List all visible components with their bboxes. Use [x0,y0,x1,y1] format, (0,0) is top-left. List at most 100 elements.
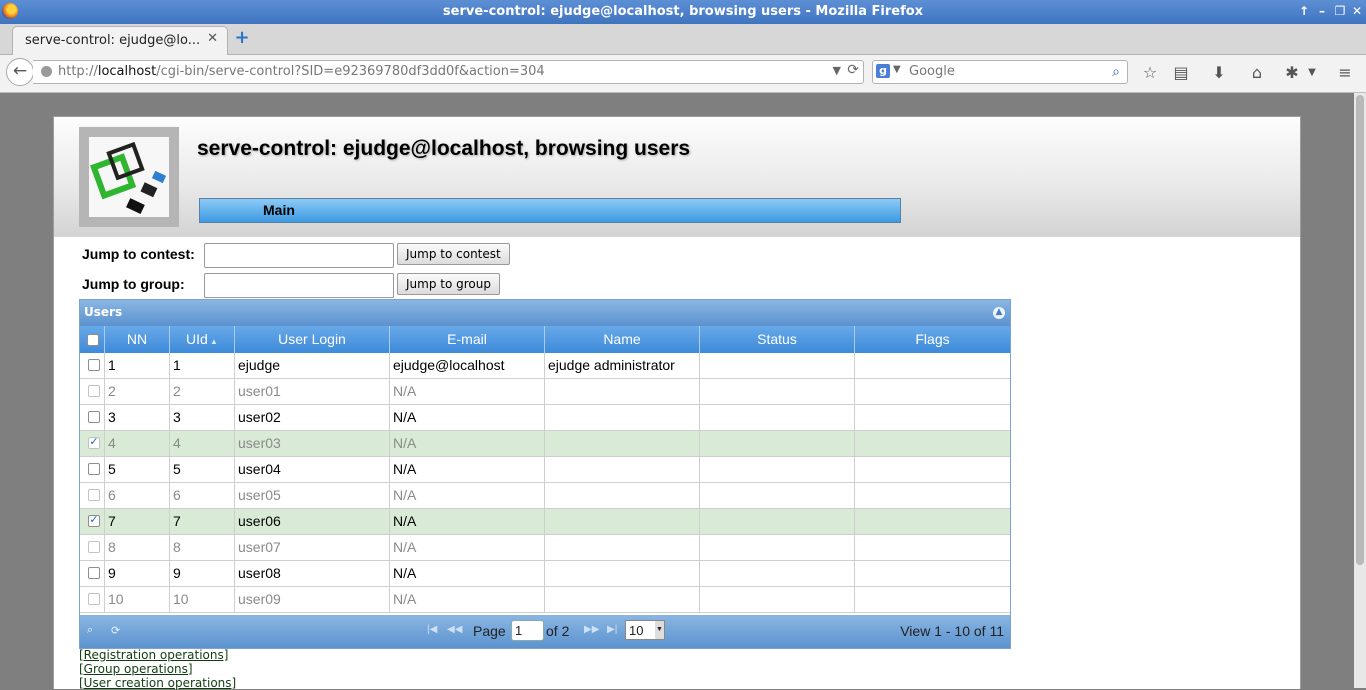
search-placeholder: Google [909,64,955,79]
rows-per-page-select[interactable]: 10 ▼ [625,620,665,640]
window-up-icon[interactable]: ↑ [1296,3,1312,19]
tab-serve-control[interactable]: serve-control: ejudge@lo... ✕ [12,26,228,55]
refresh-grid-icon[interactable]: ⟳ [111,624,120,637]
table-row[interactable]: 8 8 user07 N/A [80,535,1010,561]
row-checkbox[interactable] [88,541,100,553]
column-header-nn[interactable]: NN [105,326,170,353]
reload-icon[interactable]: ⟳ [847,62,859,78]
select-all-checkbox[interactable] [87,334,99,346]
window-title-bar: serve-control: ejudge@localhost, browsin… [0,0,1366,24]
column-header-email[interactable]: E-mail [390,326,545,353]
search-grid-icon[interactable]: ⌕ [87,624,93,637]
vertical-scrollbar[interactable] [1354,93,1366,688]
google-engine-icon[interactable]: g [876,64,890,78]
cell-uid: 9 [170,561,235,586]
home-icon[interactable]: ⌂ [1247,63,1267,83]
addon-dropdown-icon[interactable]: ▼ [1302,63,1322,83]
cell-nn: 3 [105,405,170,430]
reading-list-icon[interactable]: ▤ [1171,63,1191,83]
table-row[interactable]: 6 6 user05 N/A [80,483,1010,509]
column-header-name[interactable]: Name [545,326,700,353]
sort-arrows-icon: ▲ [207,337,218,346]
row-checkbox[interactable]: ✓ [88,515,100,527]
table-row[interactable]: 5 5 user04 N/A [80,457,1010,483]
cell-status [700,509,855,534]
cell-uid: 3 [170,405,235,430]
cell-flags [855,561,1010,586]
globe-icon [41,66,52,77]
table-row[interactable]: 3 3 user02 N/A [80,405,1010,431]
cell-status [700,587,855,612]
tab-close-icon[interactable]: ✕ [207,31,218,46]
cell-name [545,587,700,612]
row-checkbox[interactable] [88,385,100,397]
last-page-icon[interactable]: ▶| [607,624,617,635]
download-icon[interactable]: ⬇ [1209,63,1229,83]
cell-nn: 4 [105,431,170,456]
maximize-icon[interactable]: ❐ [1332,3,1348,19]
column-header-flags[interactable]: Flags [855,326,1010,353]
table-row[interactable]: 10 10 user09 N/A [80,587,1010,613]
first-page-icon[interactable]: |◀ [427,624,437,635]
cell-email: N/A [390,457,545,482]
addon-icon[interactable]: ✱ [1282,63,1302,83]
group-operations-link[interactable]: [Group operations] [79,662,236,676]
column-header-uid[interactable]: UId ▲ [170,326,235,353]
row-checkbox[interactable] [88,463,100,475]
cell-name: ejudge administrator [545,353,700,378]
registration-operations-link[interactable]: [Registration operations] [79,648,236,662]
page-header: serve-control: ejudge@localhost, browsin… [54,117,1300,237]
url-host: localhost [97,64,157,79]
close-window-icon[interactable]: ✕ [1349,3,1365,19]
minimize-icon[interactable]: – [1314,3,1330,19]
jump-to-contest-button[interactable]: Jump to contest [397,243,510,265]
search-bar[interactable]: g ▼ Google ⌕ [872,60,1128,84]
cell-nn: 7 [105,509,170,534]
next-page-icon[interactable]: ▶▶ [584,624,599,635]
row-checkbox[interactable] [88,567,100,579]
url-text[interactable]: http://localhost/cgi-bin/serve-control?S… [58,64,545,79]
cell-login: ejudge [235,353,390,378]
jump-to-contest-label: Jump to contest: [82,246,195,262]
row-checkbox[interactable] [88,359,100,371]
row-checkbox[interactable] [88,593,100,605]
table-row[interactable]: ✓ 4 4 user03 N/A [80,431,1010,457]
cell-name [545,561,700,586]
table-row[interactable]: ✓ 7 7 user06 N/A [80,509,1010,535]
jump-to-group-input[interactable] [204,273,394,298]
cell-status [700,379,855,404]
operations-links: [Registration operations] [Group operati… [79,648,236,690]
menu-item-main[interactable]: Main [263,202,295,218]
table-row[interactable]: 2 2 user01 N/A [80,379,1010,405]
cell-email: N/A [390,379,545,404]
column-header-login[interactable]: User Login [235,326,390,353]
main-menu-bar[interactable]: Main [199,198,901,223]
table-row[interactable]: 9 9 user08 N/A [80,561,1010,587]
url-history-dropdown-icon[interactable]: ▼ [833,64,841,77]
cell-uid: 6 [170,483,235,508]
cell-nn: 1 [105,353,170,378]
cell-login: user01 [235,379,390,404]
cell-login: user04 [235,457,390,482]
url-bar[interactable]: http://localhost/cgi-bin/serve-control?S… [33,60,864,84]
back-button[interactable]: ← [6,58,34,86]
new-tab-icon[interactable]: + [233,29,251,47]
collapse-grid-icon[interactable]: ▲ [993,307,1005,319]
menu-icon[interactable]: ≡ [1335,63,1355,83]
jump-to-group-button[interactable]: Jump to group [397,273,500,295]
row-checkbox[interactable] [88,411,100,423]
row-checkbox[interactable]: ✓ [88,437,100,449]
column-header-status[interactable]: Status [700,326,855,353]
bookmark-star-icon[interactable]: ☆ [1140,63,1160,83]
cell-nn: 5 [105,457,170,482]
prev-page-icon[interactable]: ◀◀ [447,624,462,635]
search-icon[interactable]: ⌕ [1108,64,1124,80]
select-arrow-icon: ▼ [655,621,664,639]
table-row[interactable]: 1 1 ejudge ejudge@localhost ejudge administr… [80,353,1010,379]
jump-to-contest-input[interactable] [204,243,394,268]
row-select-cell [80,457,105,482]
row-checkbox[interactable] [88,489,100,501]
scrollbar-thumb[interactable] [1356,95,1364,565]
search-engine-dropdown-icon[interactable]: ▼ [893,64,901,75]
page-number-input[interactable]: 1 [511,620,544,641]
